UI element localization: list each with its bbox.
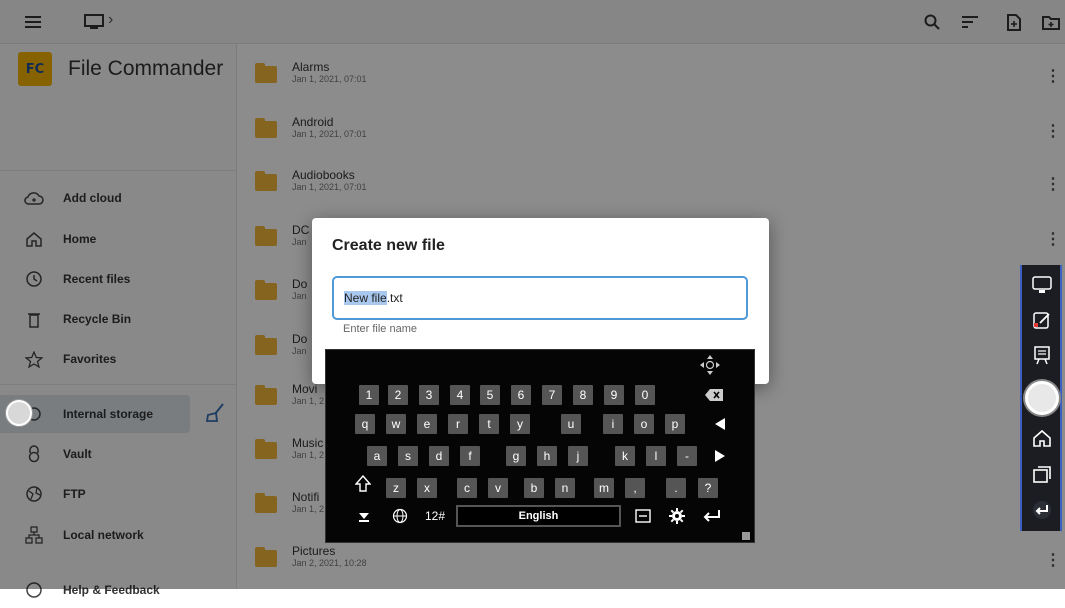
back-icon[interactable] — [1030, 498, 1054, 522]
key[interactable]: 0 — [635, 385, 655, 405]
key[interactable]: l — [646, 446, 666, 466]
key[interactable]: i — [603, 414, 623, 434]
key[interactable]: o — [634, 414, 654, 434]
annotate-icon[interactable] — [1030, 308, 1054, 332]
input-text: .txt — [386, 291, 403, 305]
key[interactable]: q — [355, 414, 375, 434]
key[interactable]: 5 — [480, 385, 500, 405]
key[interactable]: s — [398, 446, 418, 466]
key[interactable]: y — [510, 414, 530, 434]
arrow-right-key[interactable] — [710, 446, 730, 466]
key[interactable]: 6 — [511, 385, 531, 405]
key[interactable]: 7 — [542, 385, 562, 405]
numbers-key[interactable]: 12# — [422, 506, 448, 526]
key[interactable]: e — [417, 414, 437, 434]
key[interactable]: z — [386, 478, 406, 498]
key[interactable]: u — [561, 414, 581, 434]
key[interactable]: 3 — [419, 385, 439, 405]
key[interactable]: 1 — [359, 385, 379, 405]
settings-gear-icon[interactable] — [666, 506, 688, 526]
on-screen-keyboard: 1 2 3 4 5 6 7 8 9 0 q w e r t y u i o p … — [325, 349, 755, 543]
key[interactable]: w — [386, 414, 406, 434]
key[interactable]: 2 — [388, 385, 408, 405]
floating-toolbar — [1020, 265, 1062, 531]
key[interactable]: b — [524, 478, 544, 498]
recent-apps-icon[interactable] — [1030, 462, 1054, 486]
selected-text: New file — [344, 291, 387, 305]
key[interactable]: p — [665, 414, 685, 434]
key[interactable]: m — [594, 478, 614, 498]
key[interactable]: a — [367, 446, 387, 466]
key[interactable]: , — [625, 478, 645, 498]
key[interactable]: x — [417, 478, 437, 498]
key[interactable]: v — [488, 478, 508, 498]
input-hint: Enter file name — [343, 323, 417, 335]
key[interactable]: n — [555, 478, 575, 498]
key[interactable]: . — [666, 478, 686, 498]
key[interactable]: 8 — [573, 385, 593, 405]
key[interactable]: r — [448, 414, 468, 434]
key[interactable]: f — [460, 446, 480, 466]
key[interactable]: ? — [698, 478, 718, 498]
hide-keyboard-icon[interactable] — [354, 506, 374, 526]
key[interactable]: - — [677, 446, 697, 466]
floating-ball[interactable] — [6, 400, 32, 426]
key[interactable]: g — [506, 446, 526, 466]
key[interactable]: d — [429, 446, 449, 466]
key[interactable]: h — [537, 446, 557, 466]
key[interactable]: t — [479, 414, 499, 434]
globe-icon[interactable] — [388, 506, 412, 526]
resize-handle-icon[interactable] — [742, 532, 750, 540]
backspace-key[interactable] — [700, 385, 728, 405]
shift-key[interactable] — [350, 474, 376, 494]
key[interactable]: 9 — [604, 385, 624, 405]
ops-icon[interactable] — [1030, 273, 1054, 297]
key[interactable]: j — [568, 446, 588, 466]
cursor-control-icon[interactable] — [632, 506, 654, 526]
key[interactable]: 4 — [450, 385, 470, 405]
key[interactable]: c — [457, 478, 477, 498]
key[interactable]: k — [615, 446, 635, 466]
arrow-left-key[interactable] — [710, 414, 730, 434]
dialog-title: Create new file — [332, 237, 445, 254]
capture-button[interactable] — [1025, 381, 1059, 415]
space-key[interactable]: English — [456, 505, 621, 527]
home-icon[interactable] — [1030, 426, 1054, 450]
file-name-input[interactable]: New file .txt — [332, 276, 748, 320]
move-keyboard-icon[interactable] — [699, 354, 721, 376]
whiteboard-icon[interactable] — [1030, 343, 1054, 367]
enter-key[interactable] — [700, 506, 724, 526]
